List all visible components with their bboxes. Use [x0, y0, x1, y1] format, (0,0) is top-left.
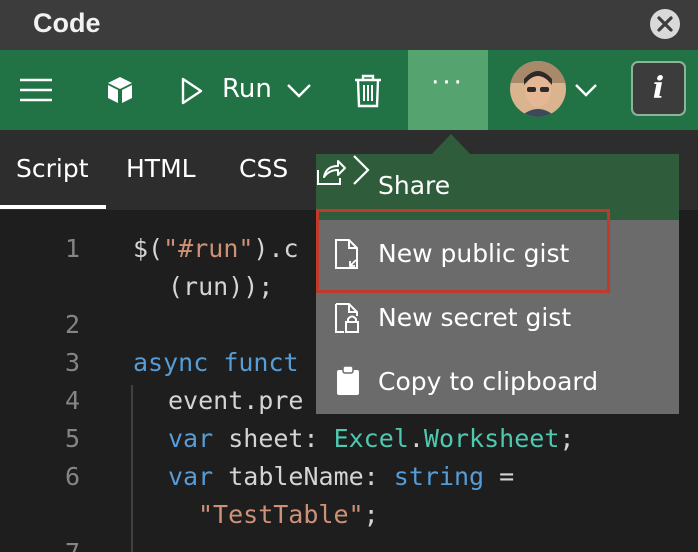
- code-line: var tableName: string =: [168, 462, 515, 491]
- title-bar: Code: [0, 0, 698, 50]
- line-number: 5: [64, 424, 80, 453]
- line-number: 2: [64, 310, 80, 339]
- line-number: 4: [64, 386, 80, 415]
- menu-label-copy-to-clipboard: Copy to clipboard: [378, 367, 599, 396]
- line-number: 7: [40, 538, 80, 552]
- chevron-down-icon: [575, 84, 597, 97]
- menu-item-new-secret-gist[interactable]: New secret gist: [316, 286, 679, 350]
- tab-script[interactable]: Script: [16, 154, 89, 183]
- close-button[interactable]: [650, 9, 680, 39]
- menu-label-new-secret-gist: New secret gist: [378, 303, 572, 332]
- avatar-image: [510, 61, 566, 117]
- samples-button[interactable]: [92, 50, 144, 130]
- hamburger-icon: [20, 78, 52, 102]
- active-tab-indicator: [0, 205, 106, 209]
- code-line: $("#run").c: [133, 234, 299, 263]
- more-icon: ···: [431, 68, 465, 98]
- code-line: event.pre: [168, 386, 304, 415]
- menu-label-share: Share: [378, 171, 451, 200]
- toolbar: Run ··· i: [0, 50, 698, 130]
- more-button[interactable]: ···: [408, 50, 488, 130]
- line-number: 6: [64, 462, 80, 491]
- code-line: async funct: [133, 348, 299, 377]
- info-button[interactable]: i: [631, 61, 686, 116]
- close-icon: [657, 16, 673, 32]
- delete-button[interactable]: [342, 50, 394, 130]
- trash-icon: [355, 74, 381, 108]
- line-number: 1: [64, 234, 80, 263]
- account-menu-button[interactable]: [570, 50, 606, 130]
- tab-html[interactable]: HTML: [126, 154, 196, 183]
- chevron-down-icon: [287, 84, 311, 98]
- menu-caret: [430, 134, 472, 156]
- share-icon: [317, 160, 346, 185]
- cube-icon: [108, 77, 132, 103]
- code-line: "TestTable";: [198, 500, 379, 529]
- code-line: (run));: [168, 272, 274, 301]
- run-label: Run: [222, 74, 272, 104]
- window-title: Code: [33, 8, 101, 38]
- code-line: var sheet: Excel.Worksheet;: [168, 424, 575, 453]
- menu-button[interactable]: [0, 50, 72, 130]
- avatar[interactable]: [510, 61, 566, 117]
- lock-document-icon: [335, 303, 359, 333]
- play-icon: [181, 77, 203, 105]
- tab-css[interactable]: CSS: [239, 154, 288, 183]
- menu-item-copy-to-clipboard[interactable]: Copy to clipboard: [316, 350, 679, 414]
- chevron-right-icon: [353, 155, 370, 185]
- run-button[interactable]: Run: [168, 50, 328, 130]
- line-number: 3: [64, 348, 80, 377]
- info-icon: i: [652, 71, 665, 106]
- clipboard-icon: [337, 366, 359, 395]
- indent-guide: [131, 385, 133, 552]
- highlight-box: [316, 209, 610, 293]
